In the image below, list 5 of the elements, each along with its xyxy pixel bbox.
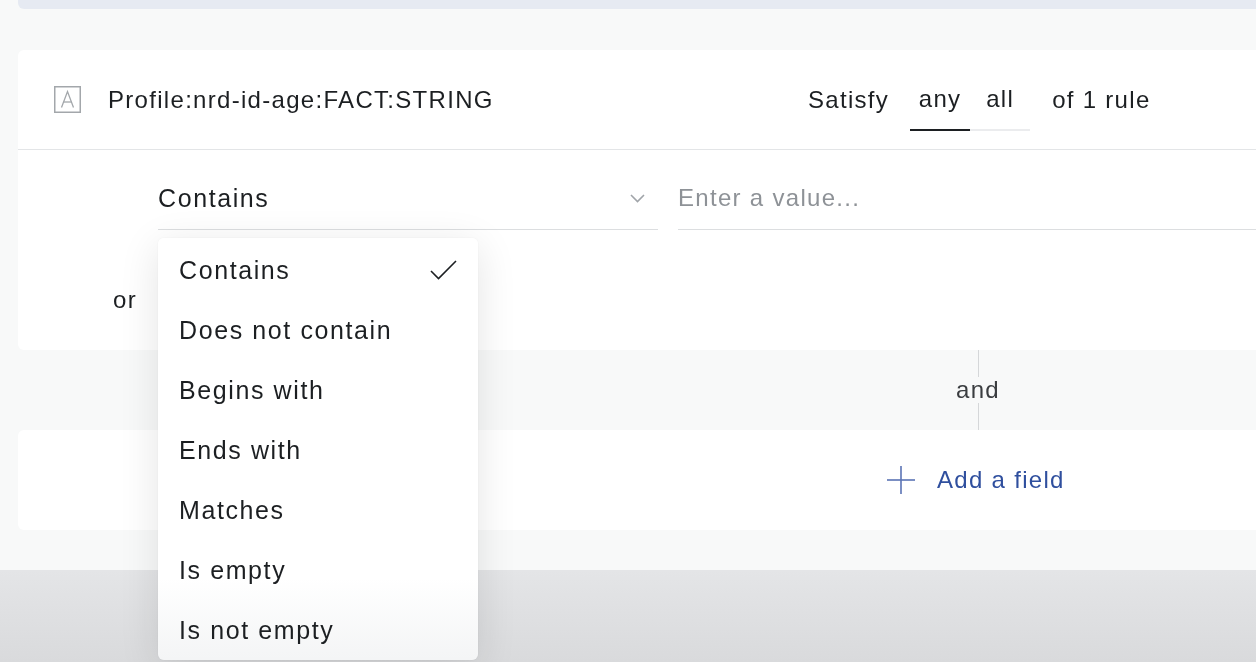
satisfy-label: Satisfy — [808, 85, 890, 114]
field-name: Profile:nrd-id-age:FACT:STRING — [108, 85, 495, 114]
rule-count: of 1 rule — [1052, 85, 1151, 114]
and-label: and — [956, 377, 1000, 403]
or-label: or — [113, 285, 137, 315]
